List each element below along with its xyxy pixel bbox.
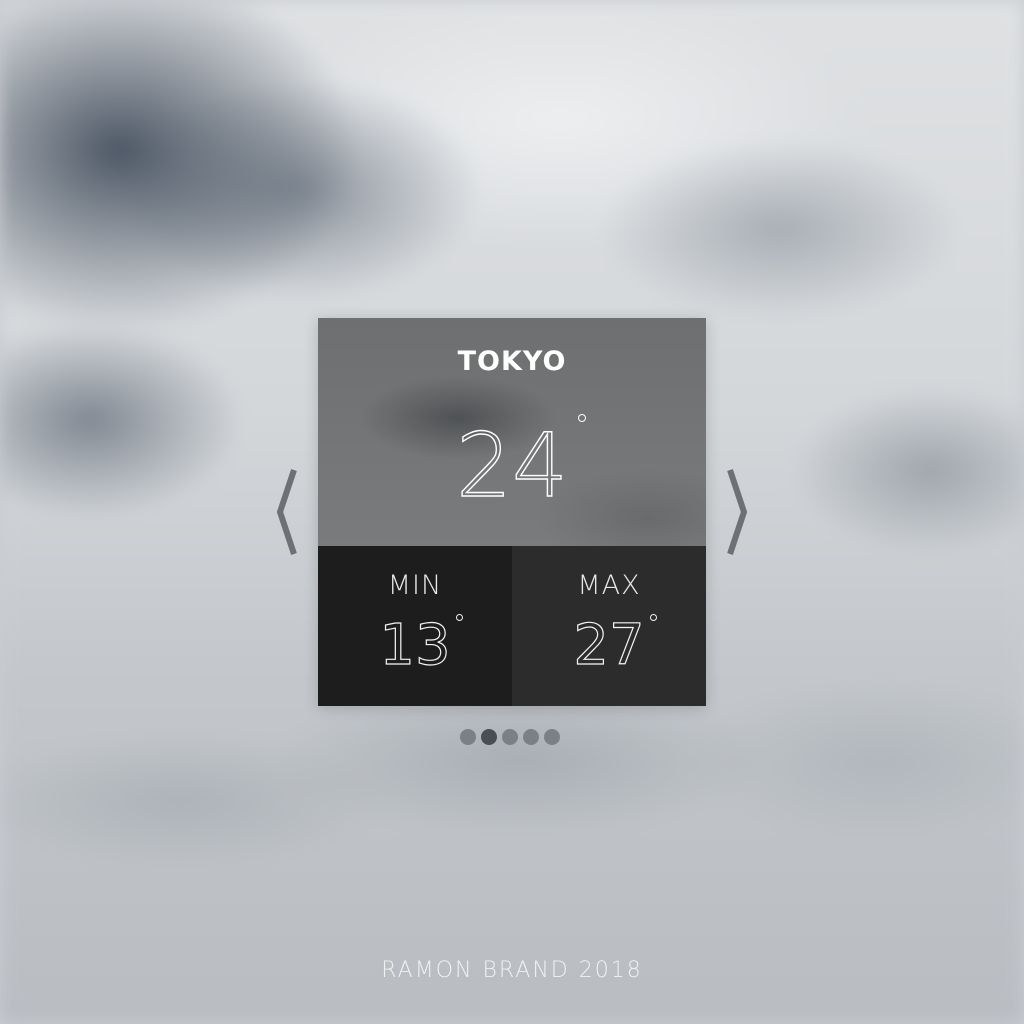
max-temperature-cell: MAX 27	[512, 546, 706, 706]
min-temperature-cell: MIN 13	[318, 546, 512, 706]
pagination-dot[interactable]	[502, 729, 518, 745]
city-name: TOKYO	[457, 346, 567, 377]
min-label: MIN	[387, 570, 443, 601]
max-label: MAX	[577, 570, 641, 601]
max-temperature: 27	[573, 614, 657, 676]
degree-icon	[649, 614, 657, 621]
min-max-panel: MIN 13 MAX 27	[318, 546, 706, 706]
chevron-right-icon	[727, 469, 748, 555]
footer-credit: RAMON BRAND 2018	[381, 958, 643, 983]
chevron-left-icon	[276, 469, 297, 555]
degree-icon	[577, 414, 586, 422]
weather-card: TOKYO 24 MIN 13 MAX 27	[318, 318, 706, 706]
pagination-dots	[460, 729, 560, 745]
next-city-button[interactable]	[724, 466, 750, 558]
current-temperature: 24	[455, 414, 586, 516]
pagination-dot[interactable]	[523, 729, 539, 745]
pagination-dot-active[interactable]	[481, 729, 497, 745]
min-temperature: 13	[379, 614, 463, 676]
current-weather-panel: TOKYO 24	[318, 318, 706, 546]
degree-icon	[455, 614, 463, 621]
prev-city-button[interactable]	[274, 466, 300, 558]
pagination-dot[interactable]	[460, 729, 476, 745]
pagination-dot[interactable]	[544, 729, 560, 745]
app-background: TOKYO 24 MIN 13 MAX 27 RAMON BRAND 2018	[0, 0, 1024, 1024]
